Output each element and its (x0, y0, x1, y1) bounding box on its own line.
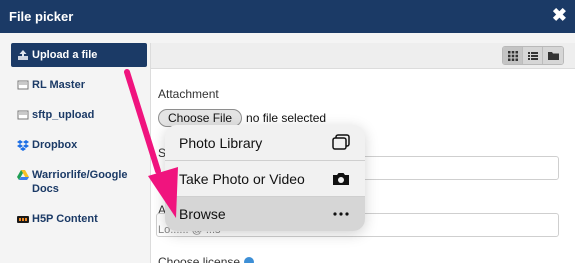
server-icon (17, 109, 29, 121)
take-photo-option[interactable]: Take Photo or Video (165, 161, 365, 196)
server-icon (17, 79, 29, 91)
sidebar-item-sftp-upload[interactable]: sftp_upload (11, 103, 147, 127)
sidebar-item-dropbox[interactable]: Dropbox (11, 133, 147, 157)
sidebar-item-label: Warriorlife/Google Docs (32, 169, 128, 195)
sidebar-item-label: Dropbox (32, 139, 78, 151)
window-titlebar: File picker ✖ (0, 0, 575, 33)
photo-library-option[interactable]: Photo Library (165, 125, 365, 160)
sidebar-item-google-docs[interactable]: Warriorlife/Google Docs (11, 163, 147, 201)
camera-icon (331, 169, 351, 189)
close-icon[interactable]: ✖ (552, 6, 567, 24)
take-photo-label: Take Photo or Video (179, 170, 305, 187)
attachment-label: Attachment (158, 87, 219, 101)
folder-view-icon[interactable] (543, 47, 563, 64)
photo-library-icon (331, 133, 351, 153)
sidebar-item-label: RL Master (32, 79, 85, 91)
no-file-text: no file selected (246, 111, 327, 125)
sidebar-item-h5p-content[interactable]: H5P Content (11, 207, 147, 231)
google-drive-icon (17, 169, 29, 181)
view-switcher (502, 46, 564, 65)
help-icon[interactable] (244, 257, 255, 263)
sidebar-item-label: Upload a file (32, 49, 98, 61)
license-row: Choose license (158, 255, 255, 263)
list-view-icon[interactable] (523, 47, 543, 64)
sidebar-item-upload-a-file[interactable]: Upload a file (11, 43, 147, 67)
sidebar-item-rl-master[interactable]: RL Master (11, 73, 147, 97)
browse-option[interactable]: Browse (165, 197, 365, 231)
ios-file-source-menu: Photo Library Take Photo or Video Browse (165, 125, 365, 231)
browse-label: Browse (179, 206, 226, 222)
upload-icon (17, 49, 29, 61)
sidebar-item-label: sftp_upload (32, 109, 95, 121)
upload-form: Attachment Choose File no file selected (158, 87, 326, 127)
more-icon (331, 204, 351, 224)
sidebar-item-label: H5P Content (32, 213, 98, 225)
view-toolbar (151, 43, 575, 69)
grid-view-icon[interactable] (503, 47, 523, 64)
window-title: File picker (9, 9, 74, 24)
dropbox-icon (17, 139, 29, 151)
license-label: Choose license (158, 255, 241, 263)
h5p-icon (17, 213, 29, 225)
photo-library-label: Photo Library (179, 134, 263, 151)
repository-list: Upload a file RL Master sftp_upload Drop… (11, 43, 147, 237)
